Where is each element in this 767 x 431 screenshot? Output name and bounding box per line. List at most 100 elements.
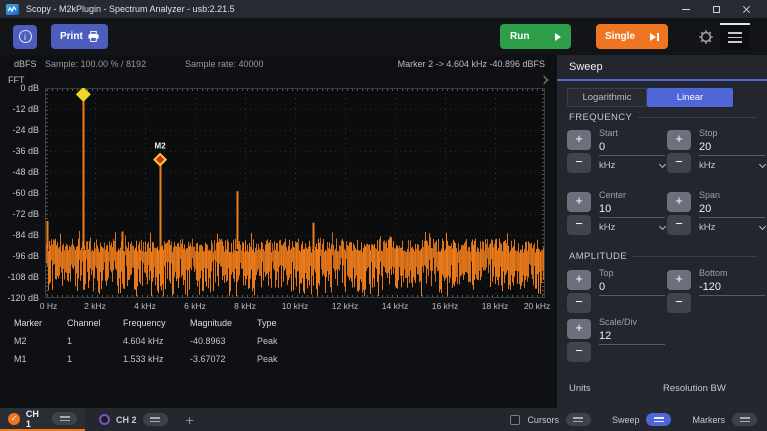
channel-2-menu-button[interactable] xyxy=(143,413,168,426)
close-button[interactable] xyxy=(731,0,761,18)
info-icon: i xyxy=(19,30,32,43)
x-tick-label: 20 kHz xyxy=(524,301,550,311)
stop-unit-select[interactable]: kHz xyxy=(699,160,765,171)
channel-2-enable-checkbox[interactable] xyxy=(99,414,110,425)
x-tick-label: 18 kHz xyxy=(482,301,508,311)
center-value[interactable]: 10 xyxy=(599,203,665,218)
toolbar: i Print Run Single xyxy=(0,18,767,55)
amplitude-section-header: AMPLITUDE xyxy=(569,251,757,262)
gear-icon xyxy=(698,29,714,45)
y-tick-label: -84 dB xyxy=(12,230,39,240)
channel-1-enable-checkbox[interactable]: ✓ xyxy=(8,413,20,425)
sample-status: Sample: 100.00 % / 8192 xyxy=(45,59,146,69)
plot-region: dBFS Sample: 100.00 % / 8192 Sample rate… xyxy=(0,55,557,408)
start-unit-select[interactable]: kHz xyxy=(599,160,665,171)
marker-table: Marker Channel Frequency Magnitude Type … xyxy=(0,318,557,372)
scale-div-increment-button[interactable]: + xyxy=(567,319,591,339)
stop-increment-button[interactable]: + xyxy=(667,130,691,150)
run-button[interactable]: Run xyxy=(500,24,571,49)
span-value[interactable]: 20 xyxy=(699,203,765,218)
y-tick-label: -108 dB xyxy=(7,272,39,282)
center-decrement-button[interactable]: − xyxy=(567,215,591,235)
bottom-bar: ✓ CH 1 CH 2 + Cursors Sweep Markers xyxy=(0,408,767,431)
linear-button[interactable]: Linear xyxy=(647,88,733,107)
logarithmic-button[interactable]: Logarithmic xyxy=(567,88,647,107)
print-button[interactable]: Print xyxy=(51,24,108,49)
stop-value[interactable]: 20 xyxy=(699,141,765,156)
sample-rate-status: Sample rate: 40000 xyxy=(185,59,264,69)
marker-table-header: Marker Channel Frequency Magnitude Type xyxy=(0,318,557,336)
x-tick-label: 12 kHz xyxy=(332,301,358,311)
cursors-menu-button[interactable] xyxy=(566,413,591,426)
chevron-down-icon xyxy=(759,222,766,229)
scale-div-value[interactable]: 12 xyxy=(599,330,665,345)
start-value[interactable]: 0 xyxy=(599,141,665,156)
x-tick-label: 8 kHz xyxy=(234,301,256,311)
menu-button[interactable] xyxy=(720,23,750,50)
channel-1-label: CH 1 xyxy=(26,409,46,429)
y-unit-label: dBFS xyxy=(14,59,37,69)
close-icon xyxy=(742,5,751,14)
add-channel-button[interactable]: + xyxy=(186,412,194,428)
cursors-checkbox[interactable] xyxy=(510,415,520,425)
channel-1-tab[interactable]: ✓ CH 1 xyxy=(0,408,85,431)
maximize-button[interactable] xyxy=(701,0,731,18)
top-decrement-button[interactable]: − xyxy=(567,293,591,313)
minimize-button[interactable] xyxy=(671,0,701,18)
stop-decrement-button[interactable]: − xyxy=(667,153,691,173)
y-tick-label: -72 dB xyxy=(12,209,39,219)
run-button-label: Run xyxy=(510,31,529,42)
single-button[interactable]: Single xyxy=(596,24,668,49)
sweep-toggle-button[interactable] xyxy=(646,413,671,426)
print-button-label: Print xyxy=(60,31,83,42)
chevron-down-icon xyxy=(659,160,666,167)
markers-menu-button[interactable] xyxy=(732,413,757,426)
window-title: Scopy - M2kPlugin - Spectrum Analyzer - … xyxy=(26,4,235,14)
y-tick-label: 0 dB xyxy=(20,83,39,93)
bottom-decrement-button[interactable]: − xyxy=(667,293,691,313)
center-unit-select[interactable]: kHz xyxy=(599,222,665,233)
scale-toggle: Logarithmic Linear xyxy=(567,88,733,107)
chevron-down-icon xyxy=(659,222,666,229)
start-increment-button[interactable]: + xyxy=(567,130,591,150)
panel-accent-rule xyxy=(557,79,767,81)
single-button-label: Single xyxy=(605,31,635,42)
spectrum-canvas[interactable] xyxy=(45,88,545,298)
span-decrement-button[interactable]: − xyxy=(667,215,691,235)
skip-to-end-icon xyxy=(650,33,659,41)
y-tick-label: -60 dB xyxy=(12,188,39,198)
top-value[interactable]: 0 xyxy=(599,281,665,296)
y-tick-label: -36 dB xyxy=(12,146,39,156)
y-tick-label: -12 dB xyxy=(12,104,39,114)
start-decrement-button[interactable]: − xyxy=(567,153,591,173)
hamburger-icon xyxy=(728,32,742,34)
markers-label: Markers xyxy=(692,415,725,425)
x-tick-label: 14 kHz xyxy=(382,301,408,311)
chevron-right-icon[interactable] xyxy=(540,76,548,84)
marker-readout: Marker 2 -> 4.604 kHz -40.896 dBFS xyxy=(398,59,545,69)
frequency-section-header: FREQUENCY xyxy=(569,112,757,123)
bottom-increment-button[interactable]: + xyxy=(667,270,691,290)
y-tick-label: -48 dB xyxy=(12,167,39,177)
span-unit-select[interactable]: kHz xyxy=(699,222,765,233)
span-increment-button[interactable]: + xyxy=(667,192,691,212)
x-tick-label: 4 kHz xyxy=(134,301,156,311)
info-button[interactable]: i xyxy=(13,25,37,49)
table-row: M1 1 1.533 kHz -3.67072 Peak xyxy=(0,354,557,372)
status-row: dBFS Sample: 100.00 % / 8192 Sample rate… xyxy=(0,59,557,71)
channel-1-menu-button[interactable] xyxy=(52,412,77,425)
chevron-down-icon xyxy=(759,160,766,167)
top-increment-button[interactable]: + xyxy=(567,270,591,290)
bottom-value[interactable]: -120 xyxy=(699,281,765,296)
y-tick-label: -24 dB xyxy=(12,125,39,135)
scale-div-decrement-button[interactable]: − xyxy=(567,342,591,362)
channel-2-tab[interactable]: CH 2 xyxy=(91,408,176,431)
settings-gear-button[interactable] xyxy=(695,26,717,48)
scopy-logo-icon xyxy=(6,4,19,15)
center-increment-button[interactable]: + xyxy=(567,192,591,212)
printer-icon xyxy=(88,31,99,42)
minimize-icon xyxy=(682,9,690,10)
x-tick-label: 16 kHz xyxy=(432,301,458,311)
resolution-bw-label: Resolution BW xyxy=(663,383,726,394)
x-tick-label: 10 kHz xyxy=(282,301,308,311)
